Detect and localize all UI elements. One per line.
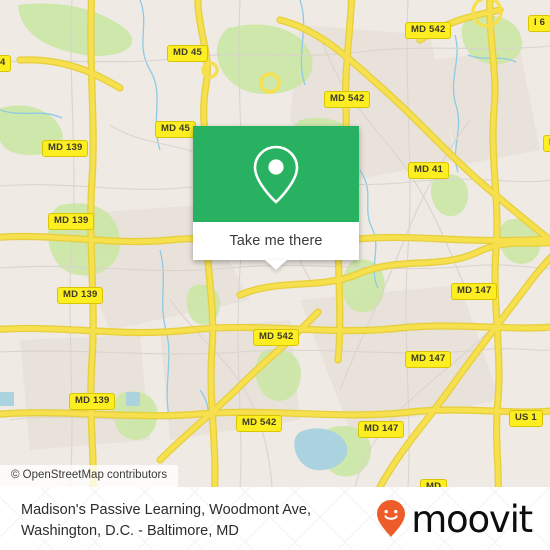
map-attribution[interactable]: © OpenStreetMap contributors: [0, 465, 179, 487]
destination-card-header: [193, 126, 359, 222]
road-label-us-1: US 1: [509, 410, 543, 427]
road-label-md-139-north: MD 139: [42, 140, 89, 157]
road-label-md-147-north: MD 147: [451, 283, 498, 300]
card-pointer-tail: [265, 260, 287, 270]
road-label-md-542-far-south: MD 542: [236, 415, 283, 432]
moovit-pin-smiley-icon: [377, 500, 406, 537]
road-label-md-542-west: MD 542: [324, 91, 371, 108]
road-label-md-45-north: MD 45: [167, 45, 208, 62]
destination-card[interactable]: Take me there: [193, 126, 359, 270]
road-label-clipped-left: 4: [0, 55, 12, 72]
map-canvas[interactable]: .rd { fill:none; stroke:#f7e04d; stroke-…: [0, 0, 550, 487]
road-label-md-542-south: MD 542: [253, 329, 300, 346]
road-label-md-139-mid: MD 139: [57, 287, 104, 304]
road-label-clipped-right: MD: [543, 135, 550, 152]
road-label-clipped-bottom: MD: [420, 479, 448, 487]
take-me-there-button[interactable]: Take me there: [193, 222, 359, 270]
road-label-md-542-north: MD 542: [405, 22, 452, 39]
map-pin-icon: [253, 145, 299, 204]
place-title-line-1: Madison's Passive Learning, Woodmont Ave…: [21, 502, 311, 518]
road-label-md-139-south: MD 139: [69, 393, 116, 410]
place-title-line-2: Washington, D.C. - Baltimore, MD: [21, 523, 239, 539]
moovit-wordmark: moovit: [411, 497, 533, 541]
road-label-md-147-south: MD 147: [358, 421, 405, 438]
road-label-i-695: I 6: [528, 15, 550, 32]
footer-bar: Madison's Passive Learning, Woodmont Ave…: [0, 487, 550, 550]
moovit-logo[interactable]: moovit: [376, 497, 533, 541]
moovit-map-share-card: .rd { fill:none; stroke:#f7e04d; stroke-…: [0, 0, 550, 550]
road-label-md-41: MD 41: [408, 162, 449, 179]
road-label-md-147-mid: MD 147: [405, 351, 452, 368]
place-title: Madison's Passive Learning, Woodmont Ave…: [21, 500, 371, 542]
road-label-md-45-mid: MD 45: [155, 121, 196, 138]
road-label-md-139-west: MD 139: [48, 213, 95, 230]
take-me-there-label: Take me there: [229, 233, 323, 249]
